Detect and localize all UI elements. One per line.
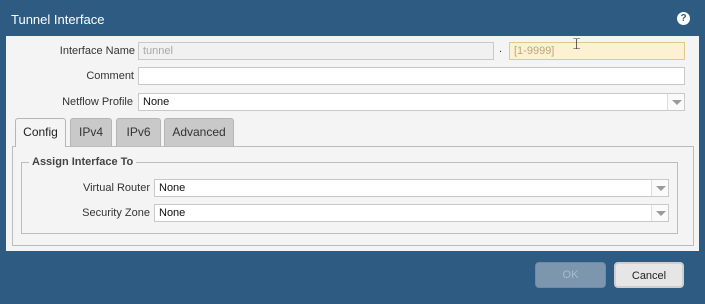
interface-name-label: Interface Name bbox=[59, 45, 135, 57]
cancel-button[interactable]: Cancel bbox=[614, 262, 684, 288]
tab-config[interactable]: Config bbox=[15, 118, 66, 147]
help-icon[interactable]: ? bbox=[677, 12, 690, 25]
security-zone-label: Security Zone bbox=[82, 207, 150, 219]
interface-name-field: tunnel bbox=[138, 42, 494, 60]
assign-interface-legend: Assign Interface To bbox=[29, 156, 137, 168]
interface-number-input[interactable]: [1-9999] bbox=[509, 42, 685, 60]
tab-advanced[interactable]: Advanced bbox=[164, 118, 234, 146]
netflow-profile-value: None bbox=[143, 96, 170, 108]
interface-name-separator: . bbox=[499, 43, 503, 55]
comment-label: Comment bbox=[86, 70, 134, 82]
chevron-down-icon bbox=[651, 180, 668, 196]
security-zone-select[interactable]: None bbox=[154, 204, 669, 222]
tab-ipv4[interactable]: IPv4 bbox=[70, 118, 112, 146]
virtual-router-label: Virtual Router bbox=[82, 182, 150, 194]
netflow-profile-select[interactable]: None bbox=[138, 93, 685, 111]
comment-field[interactable] bbox=[138, 67, 685, 85]
tab-ipv6[interactable]: IPv6 bbox=[116, 118, 161, 146]
chevron-down-icon bbox=[651, 205, 668, 221]
chevron-down-icon bbox=[667, 94, 684, 110]
virtual-router-select[interactable]: None bbox=[154, 179, 669, 197]
virtual-router-value: None bbox=[159, 182, 186, 194]
dialog-titlebar bbox=[0, 0, 705, 36]
dialog-title: Tunnel Interface bbox=[11, 12, 105, 27]
security-zone-value: None bbox=[159, 207, 186, 219]
text-cursor-icon: 𝙸 bbox=[571, 34, 583, 53]
netflow-profile-label: Netflow Profile bbox=[62, 96, 133, 108]
assign-interface-fieldset bbox=[21, 162, 678, 234]
ok-button[interactable]: OK bbox=[535, 262, 606, 288]
